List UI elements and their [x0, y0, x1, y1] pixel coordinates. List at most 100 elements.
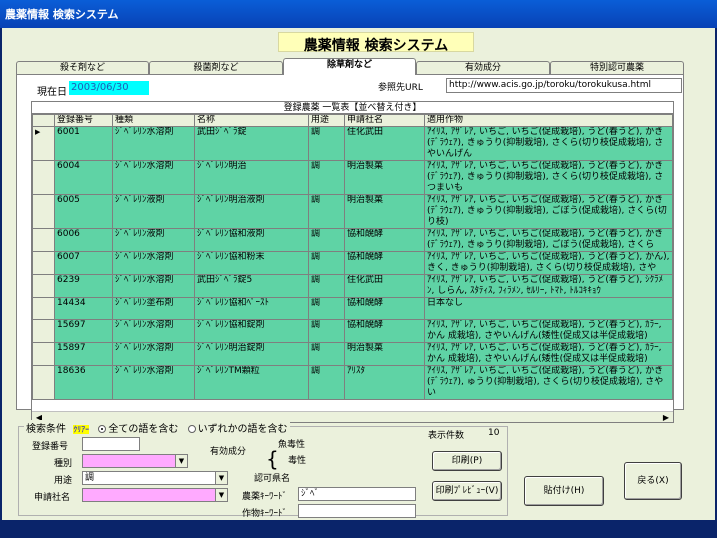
row-selector[interactable]	[32, 194, 55, 229]
count-value: 10	[488, 428, 500, 438]
cell-use: 調	[308, 194, 345, 229]
url-field[interactable]: http://www.acis.go.jp/toroku/torokukusa.…	[446, 78, 682, 93]
company-select[interactable]: ▼	[82, 488, 228, 502]
tab-active-ingredient[interactable]: 有効成分	[416, 61, 550, 75]
cell-reg-no: 18636	[54, 365, 113, 400]
paste-button[interactable]: 貼付け(H)	[524, 476, 604, 506]
type-select[interactable]: ▼	[82, 454, 188, 468]
cell-type: ｼﾞﾍﾞﾚﾘﾝ水溶剤	[112, 126, 195, 161]
col-header-use[interactable]: 用途	[308, 114, 345, 127]
cell-use: 調	[308, 342, 345, 366]
back-button[interactable]: 戻る(X)	[624, 462, 682, 500]
row-selector[interactable]	[32, 342, 55, 366]
cell-company: 明治製菓	[344, 194, 425, 229]
cell-use: 調	[308, 365, 345, 400]
fish-toxicity-label: 魚毒性	[278, 440, 306, 450]
cell-crops: ｱｲﾘｽ, ｱｻﾞﾚｱ, いちご, いちご(促成栽培), うど(春うど), かき…	[424, 228, 673, 252]
grid-body: ▶ 6001 ｼﾞﾍﾞﾚﾘﾝ水溶剤 武田ｼﾞﾍﾞﾗ錠調住化武田 ｱｲﾘｽ, ｱｻﾞﾚｱ,…	[32, 126, 673, 400]
col-header-reg-no[interactable]: 登録番号	[54, 114, 113, 127]
cell-company: 協和醗酵	[344, 319, 425, 343]
table-row[interactable]: 18636 ｼﾞﾍﾞﾚﾘﾝ水溶剤 ｼﾞﾍﾞﾚﾘﾝTM顆粒調ｱﾘｽﾀ ｱｲﾘｽ, ｱｻﾞ…	[32, 365, 673, 400]
table-row[interactable]: 15897 ｼﾞﾍﾞﾚﾘﾝ水溶剤 ｼﾞﾍﾞﾚﾘﾝ明治錠剤調明治製菓 ｱｲﾘｽ, ｱｻﾞ…	[32, 342, 673, 366]
radio-all-words[interactable]: 全ての語を含む	[98, 424, 178, 435]
date-label: 現在日	[37, 87, 67, 98]
tab-rodenticide[interactable]: 殺そ剤など	[16, 61, 149, 75]
main-window: 農薬情報 検索システム 殺そ剤など 殺菌剤など 除草剤など 有効成分 特別認可農…	[2, 28, 715, 520]
row-pointer-icon: ▶	[35, 128, 41, 136]
cell-company: 明治製菓	[344, 342, 425, 366]
tab-fungicide[interactable]: 殺菌剤など	[149, 61, 283, 75]
cell-name: ｼﾞﾍﾞﾚﾘﾝ明治	[194, 160, 309, 195]
table-row[interactable]: 6006 ｼﾞﾍﾞﾚﾘﾝ液剤 ｼﾞﾍﾞﾚﾘﾝ協和液剤調協和醗酵 ｱｲﾘｽ, ｱｻﾞﾚｱ…	[32, 228, 673, 252]
print-preview-button[interactable]: 印刷ﾌﾟﾚﾋﾞｭｰ(V)	[432, 481, 502, 501]
chevron-down-icon[interactable]: ▼	[175, 455, 187, 467]
row-selector[interactable]	[32, 365, 55, 400]
date-field: 2003/06/30	[69, 81, 149, 95]
table-row[interactable]: 6005 ｼﾞﾍﾞﾚﾘﾝ液剤 ｼﾞﾍﾞﾚﾘﾝ明治液剤調明治製菓 ｱｲﾘｽ, ｱｻﾞﾚｱ…	[32, 194, 673, 229]
toxicity-label: 毒性	[288, 456, 307, 466]
row-selector[interactable]	[32, 160, 55, 195]
pesticide-keyword-label: 農薬ｷｰﾜｰﾄﾞ	[242, 492, 288, 502]
cell-reg-no: 6004	[54, 160, 113, 195]
col-header-crops[interactable]: 適用作物	[424, 114, 673, 127]
table-row[interactable]: 14434 ｼﾞﾍﾞﾚﾘﾝ塗布剤 ｼﾞﾍﾞﾚﾘﾝ協和ﾍﾟｰｽﾄ調協和醗酵 日本なし	[32, 297, 673, 320]
active-ingredient-label: 有効成分	[210, 447, 247, 457]
cell-name: ｼﾞﾍﾞﾚﾘﾝ協和粉末	[194, 251, 309, 275]
cell-crops: ｱｲﾘｽ, ｱｻﾞﾚｱ, いちご, いちご(促成栽培), うど(春うど), かん…	[424, 251, 673, 275]
row-selector[interactable]	[32, 274, 55, 298]
reg-no-label: 登録番号	[32, 442, 69, 452]
cell-reg-no: 6005	[54, 194, 113, 229]
cell-company: 協和醗酵	[344, 251, 425, 275]
use-select[interactable]: 調 ▼	[82, 471, 228, 485]
chevron-down-icon[interactable]: ▼	[215, 472, 227, 484]
reg-no-input[interactable]	[82, 437, 140, 451]
cell-reg-no: 14434	[54, 297, 113, 320]
cell-crops: ｱｲﾘｽ, ｱｻﾞﾚｱ, いちご, いちご(促成栽培), うど(春うど), ｶﾗ…	[424, 342, 673, 366]
brace-icon: {	[266, 447, 279, 471]
row-selector[interactable]	[32, 251, 55, 275]
chevron-down-icon[interactable]: ▼	[215, 489, 227, 501]
cell-type: ｼﾞﾍﾞﾚﾘﾝ水溶剤	[112, 342, 195, 366]
table-row[interactable]: 15697 ｼﾞﾍﾞﾚﾘﾝ水溶剤 ｼﾞﾍﾞﾚﾘﾝ協和錠剤調協和醗酵 ｱｲﾘｽ, ｱｻﾞ…	[32, 319, 673, 343]
cell-name: ｼﾞﾍﾞﾚﾘﾝ協和錠剤	[194, 319, 309, 343]
cell-name: 武田ｼﾞﾍﾞﾗ錠	[194, 126, 309, 161]
cell-company: 協和醗酵	[344, 228, 425, 252]
table-row[interactable]: 6004 ｼﾞﾍﾞﾚﾘﾝ水溶剤 ｼﾞﾍﾞﾚﾘﾝ明治調明治製菓 ｱｲﾘｽ, ｱｻﾞﾚｱ,…	[32, 160, 673, 195]
col-header-name[interactable]: 名称	[194, 114, 309, 127]
cell-type: ｼﾞﾍﾞﾚﾘﾝ液剤	[112, 194, 195, 229]
row-selector[interactable]: ▶	[32, 126, 55, 161]
table-row[interactable]: 6239 ｼﾞﾍﾞﾚﾘﾝ水溶剤 武田ｼﾞﾍﾞﾗ錠5 調住化武田 ｱｲﾘｽ, ｱｻﾞﾚｱ,…	[32, 274, 673, 298]
grid-caption: 登録農薬 一覧表【並べ替え付き】	[32, 102, 673, 114]
cell-use: 調	[308, 126, 345, 161]
table-row[interactable]: ▶ 6001 ｼﾞﾍﾞﾚﾘﾝ水溶剤 武田ｼﾞﾍﾞﾗ錠調住化武田 ｱｲﾘｽ, ｱｻﾞﾚｱ,…	[32, 126, 673, 161]
cell-crops: ｱｲﾘｽ, ｱｻﾞﾚｱ, いちご, いちご(促成栽培), うど(春うど), ｼｸ…	[424, 274, 673, 298]
crop-keyword-input[interactable]	[298, 504, 416, 518]
row-selector[interactable]	[32, 228, 55, 252]
row-selector[interactable]	[32, 319, 55, 343]
clear-link[interactable]: ｸﾘｱｰ	[73, 425, 90, 434]
row-selector[interactable]	[32, 297, 55, 320]
taskbar-strip	[0, 520, 717, 538]
print-button[interactable]: 印刷(P)	[432, 451, 502, 471]
cell-reg-no: 15897	[54, 342, 113, 366]
cell-use: 調	[308, 297, 345, 320]
radio-any-word[interactable]: いずれかの語を含む	[187, 424, 288, 435]
cell-type: ｼﾞﾍﾞﾚﾘﾝ水溶剤	[112, 319, 195, 343]
col-header-type[interactable]: 種類	[112, 114, 195, 127]
pesticide-grid[interactable]: 登録農薬 一覧表【並べ替え付き】 登録番号 種類 名称 用途 申請社名 適用作物	[31, 101, 674, 423]
tab-herbicide[interactable]: 除草剤など	[283, 58, 416, 75]
tab-special-approval[interactable]: 特別認可農薬	[550, 61, 684, 75]
cell-use: 調	[308, 274, 345, 298]
pesticide-keyword-input[interactable]: ｼﾞﾍﾞ	[298, 487, 416, 501]
cell-use: 調	[308, 160, 345, 195]
cell-crops: ｱｲﾘｽ, ｱｻﾞﾚｱ, いちご, いちご(促成栽培), うど(春うど), ｶﾗ…	[424, 319, 673, 343]
use-label: 用途	[54, 476, 73, 486]
table-row[interactable]: 6007 ｼﾞﾍﾞﾚﾘﾝ水溶剤 ｼﾞﾍﾞﾚﾘﾝ協和粉末調協和醗酵 ｱｲﾘｽ, ｱｻﾞﾚ…	[32, 251, 673, 275]
radio-any-word-label: いずれかの語を含む	[197, 424, 288, 435]
cell-reg-no: 6239	[54, 274, 113, 298]
cell-company: ｱﾘｽﾀ	[344, 365, 425, 400]
type-label: 種別	[54, 459, 73, 469]
cell-crops: ｱｲﾘｽ, ｱｻﾞﾚｱ, いちご, いちご(促成栽培), うど(春うど), かき…	[424, 126, 673, 161]
approved-pref-label: 認可県名	[254, 474, 291, 484]
col-header-company[interactable]: 申請社名	[344, 114, 425, 127]
